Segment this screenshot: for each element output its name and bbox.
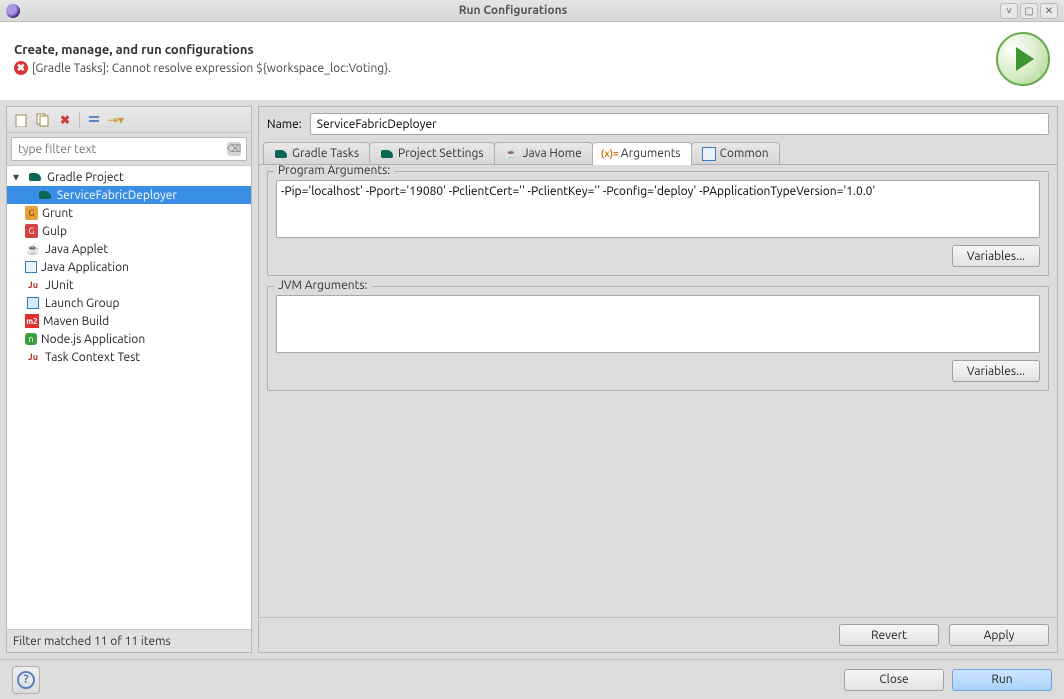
tree-item-label: ServiceFabricDeployer xyxy=(57,189,177,202)
new-config-icon[interactable] xyxy=(13,112,29,128)
close-window-button[interactable]: ✕ xyxy=(1040,3,1058,19)
revert-button[interactable]: Revert xyxy=(839,624,939,646)
gradle-icon xyxy=(274,147,288,161)
left-panel: ✖ ⇥▾ ⌫ ▾ Gradle Project ServiceFabricDep… xyxy=(6,106,252,653)
left-toolbar: ✖ ⇥▾ xyxy=(7,107,251,133)
window-title: Run Configurations xyxy=(26,4,1000,17)
tab-gradle-tasks[interactable]: Gradle Tasks xyxy=(263,142,370,164)
window-controls: ˅ ▢ ✕ xyxy=(1000,3,1058,19)
help-icon: ? xyxy=(17,671,35,689)
tree-group-label: Gradle Project xyxy=(47,171,124,184)
tree-group-gradle[interactable]: ▾ Gradle Project xyxy=(7,168,251,186)
tab-arguments[interactable]: (x)= Arguments xyxy=(592,142,692,164)
tab-java-home[interactable]: Java Home xyxy=(494,142,593,164)
tree-item-label: JUnit xyxy=(45,279,74,292)
gulp-icon: G xyxy=(25,224,38,238)
tree-item-java-application[interactable]: Java Application xyxy=(7,258,251,276)
grunt-icon: G xyxy=(25,206,38,220)
tab-label: Java Home xyxy=(523,147,582,160)
duplicate-config-icon[interactable] xyxy=(35,112,51,128)
maximize-button[interactable]: ▢ xyxy=(1020,3,1038,19)
tree-item-java-applet[interactable]: Java Applet xyxy=(7,240,251,258)
gradle-icon xyxy=(37,188,53,202)
tab-bar: Gradle Tasks Project Settings Java Home … xyxy=(259,141,1057,165)
jvm-args-label: JVM Arguments: xyxy=(274,279,372,292)
tree-item-label: Node.js Application xyxy=(41,333,145,346)
tree-item-label: Java Application xyxy=(41,261,129,274)
arguments-icon: (x)= xyxy=(603,147,617,161)
filter-status: Filter matched 11 of 11 items xyxy=(7,630,251,652)
tab-label: Gradle Tasks xyxy=(292,147,359,160)
tree-item-gulp[interactable]: G Gulp xyxy=(7,222,251,240)
tree-item-task-context-test[interactable]: Ju Task Context Test xyxy=(7,348,251,366)
gradle-icon xyxy=(27,170,43,184)
tree-item-label: Gulp xyxy=(42,225,67,238)
program-arguments-input[interactable] xyxy=(276,180,1040,238)
dialog-header: Create, manage, and run configurations ✖… xyxy=(0,22,1064,100)
expander-icon[interactable]: ▾ xyxy=(13,170,23,184)
tree-item-label: Grunt xyxy=(42,207,73,220)
name-input[interactable] xyxy=(310,113,1049,135)
program-args-label: Program Arguments: xyxy=(274,165,394,177)
program-variables-button[interactable]: Variables... xyxy=(952,245,1040,267)
error-icon: ✖ xyxy=(14,61,28,75)
header-error: [Gradle Tasks]: Cannot resolve expressio… xyxy=(32,62,391,75)
gradle-icon xyxy=(380,147,394,161)
java-app-icon xyxy=(25,261,37,273)
dialog-footer: ? Close Run xyxy=(0,659,1064,699)
java-applet-icon xyxy=(25,242,41,256)
tab-label: Common xyxy=(720,147,769,160)
header-title: Create, manage, and run configurations xyxy=(14,43,391,57)
filter-clear-icon[interactable]: ⌫ xyxy=(227,142,241,156)
tree-item-junit[interactable]: Ju JUnit xyxy=(7,276,251,294)
config-tree[interactable]: ▾ Gradle Project ServiceFabricDeployer G… xyxy=(7,165,251,630)
collapse-all-icon[interactable] xyxy=(86,112,102,128)
common-icon xyxy=(702,147,716,161)
jvm-arguments-group: JVM Arguments: Variables... xyxy=(267,286,1049,391)
delete-config-icon[interactable]: ✖ xyxy=(57,112,73,128)
tab-common[interactable]: Common xyxy=(691,142,780,164)
minimize-button[interactable]: ˅ xyxy=(1000,3,1018,19)
tab-label: Project Settings xyxy=(398,147,484,160)
eclipse-icon xyxy=(6,4,20,18)
filter-input[interactable] xyxy=(11,137,247,161)
tree-item-servicefabricdeployer[interactable]: ServiceFabricDeployer xyxy=(7,186,251,204)
tree-item-label: Task Context Test xyxy=(45,351,140,364)
help-button[interactable]: ? xyxy=(12,666,40,694)
program-arguments-group: Program Arguments: Variables... xyxy=(267,171,1049,276)
right-panel: Name: Gradle Tasks Project Settings Java… xyxy=(258,106,1058,653)
junit-icon: Ju xyxy=(25,278,41,292)
titlebar: Run Configurations ˅ ▢ ✕ xyxy=(0,0,1064,22)
tree-item-label: Launch Group xyxy=(45,297,120,310)
tree-item-maven[interactable]: m2 Maven Build xyxy=(7,312,251,330)
tab-label: Arguments xyxy=(621,147,681,160)
apply-button[interactable]: Apply xyxy=(949,624,1049,646)
node-icon: n xyxy=(25,333,37,345)
java-icon xyxy=(505,147,519,161)
dialog-body: ✖ ⇥▾ ⌫ ▾ Gradle Project ServiceFabricDep… xyxy=(0,100,1064,659)
tab-project-settings[interactable]: Project Settings xyxy=(369,142,495,164)
tree-item-launch-group[interactable]: Launch Group xyxy=(7,294,251,312)
jvm-arguments-input[interactable] xyxy=(276,295,1040,353)
maven-icon: m2 xyxy=(25,314,39,328)
close-button[interactable]: Close xyxy=(844,669,944,691)
jvm-variables-button[interactable]: Variables... xyxy=(952,360,1040,382)
tab-content: Program Arguments: Variables... JVM Argu… xyxy=(259,165,1057,617)
tree-item-grunt[interactable]: G Grunt xyxy=(7,204,251,222)
launch-group-icon xyxy=(25,296,41,310)
panel-actions: Revert Apply xyxy=(259,617,1057,652)
tree-item-nodejs[interactable]: n Node.js Application xyxy=(7,330,251,348)
tree-item-label: Maven Build xyxy=(43,315,109,328)
run-hero-icon xyxy=(996,32,1050,86)
filter-menu-icon[interactable]: ⇥▾ xyxy=(108,112,124,128)
run-button[interactable]: Run xyxy=(952,669,1052,691)
tree-item-label: Java Applet xyxy=(45,243,108,256)
task-context-icon: Ju xyxy=(25,350,41,364)
name-label: Name: xyxy=(267,118,302,131)
